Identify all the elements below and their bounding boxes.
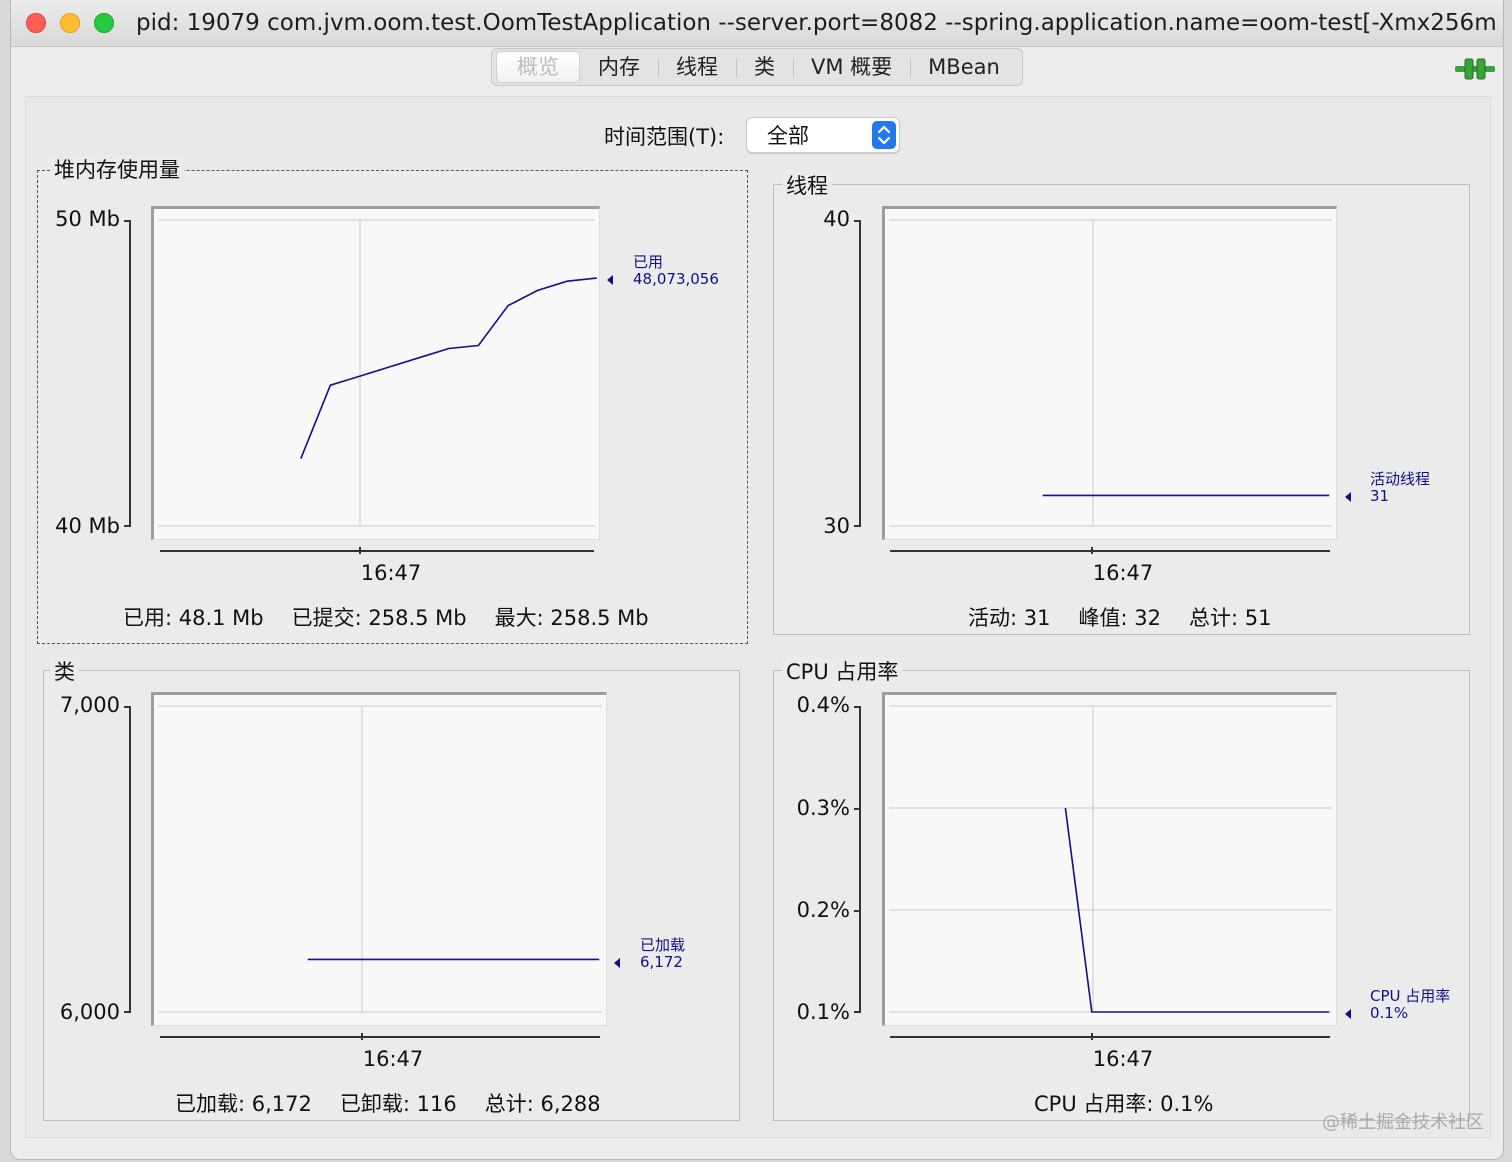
classes-x-axis bbox=[160, 1036, 600, 1038]
close-window-button[interactable] bbox=[26, 13, 46, 33]
heap-stat-max: 最大: 258.5 Mb bbox=[494, 606, 649, 630]
heap-x-axis bbox=[160, 550, 594, 552]
threads-stats: 活动: 31 峰值: 32 总计: 51 bbox=[968, 604, 1271, 632]
classes-y-tick bbox=[124, 1011, 131, 1013]
cpu-y-tick bbox=[854, 1011, 861, 1013]
classes-y-axis bbox=[129, 706, 131, 1013]
heap-series-line bbox=[300, 277, 597, 459]
cpu-plot bbox=[882, 692, 1337, 1026]
heap-y-tick bbox=[124, 220, 131, 222]
classes-stats: 已加载: 6,172 已卸载: 116 总计: 6,288 bbox=[175, 1090, 601, 1118]
classes-stat-loaded: 已加载: 6,172 bbox=[175, 1092, 312, 1116]
cpu-y-label: 0.3% bbox=[796, 796, 850, 820]
classes-y-tick bbox=[124, 706, 131, 708]
minimize-window-button[interactable] bbox=[60, 13, 80, 33]
threads-y-axis bbox=[859, 220, 861, 527]
classes-chart-svg bbox=[158, 705, 602, 1013]
heap-legend-arrow-icon bbox=[607, 275, 613, 285]
watermark-text: @稀土掘金技术社区 bbox=[1322, 1112, 1484, 1133]
title-bar: pid: 19079 com.jvm.oom.test.OomTestAppli… bbox=[11, 0, 1503, 47]
classes-plot bbox=[151, 692, 607, 1026]
threads-stat-live: 活动: 31 bbox=[968, 606, 1051, 630]
cpu-legend: CPU 占用率 0.1% bbox=[1370, 988, 1450, 1022]
cpu-stat-usage: CPU 占用率: 0.1% bbox=[1034, 1092, 1214, 1116]
threads-chart-svg bbox=[889, 219, 1332, 527]
cpu-y-tick bbox=[854, 808, 861, 810]
heap-stat-used: 已用: 48.1 Mb bbox=[123, 606, 264, 630]
heap-y-max-label: 50 Mb bbox=[55, 207, 120, 231]
threads-x-axis bbox=[890, 550, 1330, 552]
heap-stat-committed: 已提交: 258.5 Mb bbox=[291, 606, 467, 630]
classes-legend-value: 6,172 bbox=[640, 953, 683, 971]
heap-stats: 已用: 48.1 Mb 已提交: 258.5 Mb 最大: 258.5 Mb bbox=[123, 604, 649, 632]
heap-y-min-label: 40 Mb bbox=[55, 514, 120, 538]
maximize-window-button[interactable] bbox=[94, 13, 114, 33]
heap-legend-value: 48,073,056 bbox=[633, 270, 719, 288]
cpu-panel-title: CPU 占用率 bbox=[782, 657, 903, 687]
heap-x-label: 16:47 bbox=[360, 561, 422, 585]
chevron-updown-icon bbox=[872, 121, 896, 149]
threads-y-tick bbox=[854, 220, 861, 222]
time-range-select[interactable]: 全部 bbox=[746, 117, 900, 153]
classes-panel-title: 类 bbox=[50, 657, 79, 687]
threads-legend-value: 31 bbox=[1370, 487, 1390, 505]
heap-legend: 已用 48,073,056 bbox=[633, 254, 719, 288]
threads-x-tick bbox=[1091, 547, 1093, 554]
heap-plot bbox=[151, 206, 600, 540]
tab-bar: 概览 内存 线程 类 VM 概要 MBean bbox=[491, 48, 1023, 86]
tab-overview[interactable]: 概览 bbox=[496, 51, 580, 83]
classes-legend-arrow-icon bbox=[614, 958, 620, 968]
cpu-y-label: 0.1% bbox=[796, 1000, 850, 1024]
cpu-legend-name: CPU 占用率 bbox=[1370, 987, 1451, 1005]
heap-chart-svg bbox=[158, 219, 597, 527]
heap-legend-name: 已用 bbox=[633, 253, 664, 271]
cpu-y-tick bbox=[854, 706, 861, 708]
heap-y-axis bbox=[129, 220, 131, 527]
tab-vm-summary[interactable]: VM 概要 bbox=[793, 52, 910, 82]
tab-memory[interactable]: 内存 bbox=[580, 52, 658, 82]
cpu-y-label: 0.2% bbox=[796, 898, 850, 922]
threads-y-min-label: 30 bbox=[823, 514, 850, 538]
cpu-x-tick bbox=[1091, 1033, 1093, 1040]
threads-y-tick bbox=[854, 525, 861, 527]
threads-panel-title: 线程 bbox=[782, 171, 832, 201]
cpu-x-label: 16:47 bbox=[1092, 1047, 1154, 1071]
threads-plot bbox=[882, 206, 1337, 540]
heap-x-tick bbox=[359, 547, 361, 554]
cpu-x-axis bbox=[890, 1036, 1330, 1038]
heap-y-tick bbox=[124, 525, 131, 527]
tab-mbean[interactable]: MBean bbox=[910, 52, 1018, 82]
tab-classes[interactable]: 类 bbox=[736, 52, 793, 82]
classes-x-label: 16:47 bbox=[362, 1047, 424, 1071]
threads-stat-total: 总计: 51 bbox=[1188, 606, 1272, 630]
threads-legend: 活动线程 31 bbox=[1370, 471, 1430, 505]
connection-plug-icon[interactable] bbox=[1455, 56, 1495, 82]
classes-y-min-label: 6,000 bbox=[59, 1000, 120, 1024]
cpu-y-tick bbox=[854, 910, 861, 912]
classes-stat-unloaded: 已卸载: 116 bbox=[339, 1092, 457, 1116]
threads-legend-arrow-icon bbox=[1345, 492, 1351, 502]
classes-legend-name: 已加载 bbox=[640, 936, 686, 954]
time-range-value: 全部 bbox=[767, 124, 809, 148]
threads-stat-peak: 峰值: 32 bbox=[1078, 606, 1161, 630]
classes-stat-total: 总计: 6,288 bbox=[484, 1092, 601, 1116]
heap-panel-title: 堆内存使用量 bbox=[50, 155, 184, 185]
cpu-legend-value: 0.1% bbox=[1370, 1004, 1409, 1022]
time-range-label: 时间范围(T): bbox=[604, 125, 725, 149]
threads-x-label: 16:47 bbox=[1092, 561, 1154, 585]
cpu-y-label: 0.4% bbox=[796, 693, 850, 717]
classes-legend: 已加载 6,172 bbox=[640, 937, 685, 971]
window-title: pid: 19079 com.jvm.oom.test.OomTestAppli… bbox=[136, 10, 1496, 36]
cpu-y-axis bbox=[859, 706, 861, 1013]
cpu-chart-svg bbox=[889, 705, 1332, 1013]
cpu-stats: CPU 占用率: 0.1% bbox=[1034, 1090, 1213, 1118]
classes-x-tick bbox=[361, 1033, 363, 1040]
threads-legend-name: 活动线程 bbox=[1370, 470, 1431, 488]
threads-y-max-label: 40 bbox=[823, 207, 850, 231]
cpu-legend-arrow-icon bbox=[1345, 1009, 1351, 1019]
classes-y-max-label: 7,000 bbox=[59, 693, 120, 717]
tab-threads[interactable]: 线程 bbox=[658, 52, 736, 82]
